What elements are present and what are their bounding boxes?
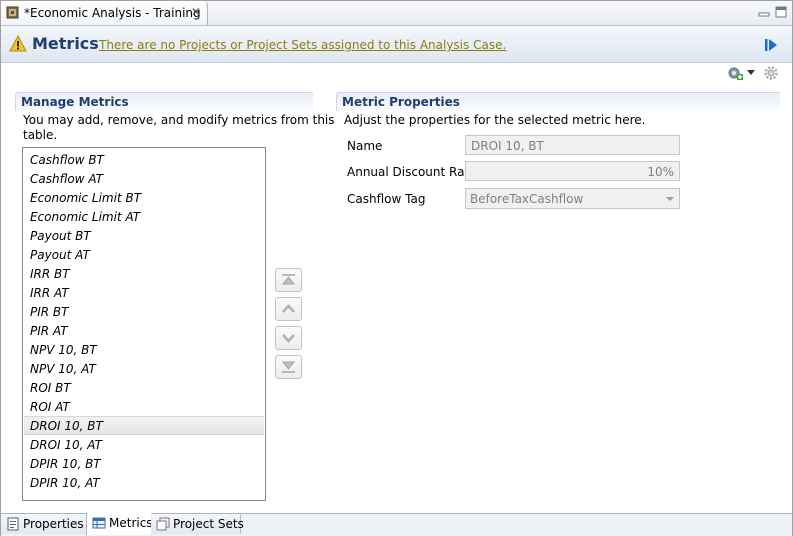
metric-list-item[interactable]: ROI BT [24, 378, 264, 397]
metric-list-item[interactable]: NPV 10, BT [24, 340, 264, 359]
move-down-button[interactable] [275, 326, 302, 350]
metric-list-item[interactable]: ROI AT [24, 397, 264, 416]
metric-list-item-label: IRR AT [30, 286, 69, 300]
manage-metrics-title: Manage Metrics [21, 95, 129, 109]
add-metric-icon[interactable] [726, 65, 744, 81]
move-top-button[interactable] [275, 268, 302, 292]
metric-list-item-label: Economic Limit AT [30, 210, 141, 224]
metric-list-item[interactable]: Economic Limit AT [24, 207, 264, 226]
metric-list-item-label: DROI 10, AT [30, 438, 102, 452]
move-up-icon [282, 304, 295, 313]
project-sets-icon [156, 517, 170, 531]
metric-properties-title: Metric Properties [342, 95, 460, 109]
editor-tab-strip: *Economic Analysis - Training ✕ [1, 1, 792, 26]
metric-list-item-label: DPIR 10, BT [30, 457, 101, 471]
tab-project-sets[interactable]: Project Sets [151, 514, 244, 534]
minimize-icon[interactable] [757, 5, 771, 19]
tab-metrics-label: Metrics [109, 516, 153, 530]
chevron-down-icon [666, 197, 674, 201]
metric-list-item-label: Payout AT [30, 248, 90, 262]
metric-list-item-label: PIR BT [30, 305, 69, 319]
name-field[interactable]: DROI 10, BT [465, 135, 680, 155]
metric-list-item-label: Payout BT [30, 229, 91, 243]
cashflow-tag-select[interactable]: BeforeTaxCashflow [465, 188, 680, 209]
metric-list-item-label: ROI BT [30, 381, 71, 395]
gear-icon[interactable] [763, 65, 779, 81]
metric-list-item[interactable]: IRR AT [24, 283, 264, 302]
metric-list-item-label: Cashflow AT [30, 172, 103, 186]
manage-metrics-description: You may add, remove, and modify metrics … [23, 113, 335, 143]
tab-properties[interactable]: Properties [1, 514, 87, 534]
move-up-button[interactable] [275, 297, 302, 321]
metric-list-item-label: ROI AT [30, 400, 70, 414]
run-icon[interactable] [764, 38, 778, 52]
metric-list-item[interactable]: Payout AT [24, 245, 264, 264]
tab-metrics[interactable]: Metrics [86, 513, 153, 535]
manage-description-line2: table. [23, 128, 58, 142]
metric-list-item[interactable]: Cashflow AT [24, 169, 264, 188]
cashflow-tag-value: BeforeTaxCashflow [470, 192, 584, 206]
metrics-list[interactable]: Cashflow BT Cashflow AT Economic Limit BT E… [22, 147, 266, 501]
tab-project-sets-label: Project Sets [173, 517, 244, 531]
editor-tab[interactable]: *Economic Analysis - Training ✕ [1, 1, 208, 25]
metric-list-item[interactable]: DPIR 10, BT [24, 454, 264, 473]
metric-list-item[interactable]: DROI 10, AT [24, 435, 264, 454]
metrics-icon [92, 517, 106, 529]
editor-tab-title: *Economic Analysis - Training [24, 6, 201, 20]
properties-icon [7, 517, 19, 531]
manage-description-line1: You may add, remove, and modify metrics … [23, 113, 335, 127]
move-bottom-button[interactable] [275, 355, 302, 379]
metric-list-item-label: IRR BT [30, 267, 70, 281]
warning-icon [9, 35, 27, 52]
discount-rate-field[interactable]: 10% [465, 161, 680, 181]
economic-analysis-icon [6, 6, 19, 19]
no-projects-warning-link[interactable]: There are no Projects or Project Sets as… [99, 38, 506, 52]
metric-list-item[interactable]: PIR AT [24, 321, 264, 340]
metric-list-item-label: NPV 10, AT [30, 362, 96, 376]
metric-list-item[interactable]: IRR BT [24, 264, 264, 283]
manage-metrics-header: Manage Metrics [15, 92, 313, 111]
discount-rate-value: 10% [647, 165, 674, 179]
metric-properties-description: Adjust the properties for the selected m… [344, 113, 646, 127]
form-header: Metrics There are no Projects or Project… [1, 26, 792, 63]
chevron-down-icon[interactable] [747, 70, 755, 76]
metric-list-item[interactable]: PIR BT [24, 302, 264, 321]
metric-list-item-label: PIR AT [30, 324, 68, 338]
metric-list-item[interactable]: DPIR 10, AT [24, 473, 264, 492]
metric-list-item-label: NPV 10, BT [30, 343, 97, 357]
metric-list-item[interactable]: Payout BT [24, 226, 264, 245]
metric-list-item-label: DROI 10, BT [30, 419, 103, 433]
close-icon[interactable]: ✕ [190, 6, 202, 18]
cashflow-tag-label: Cashflow Tag [347, 192, 426, 206]
metric-list-item-label: Economic Limit BT [30, 191, 142, 205]
discount-rate-label: Annual Discount Rate [347, 165, 477, 179]
form-page-tabs: Properties Metrics Project Sets [1, 513, 792, 536]
metric-list-item[interactable]: Economic Limit BT [24, 188, 264, 207]
page-title: Metrics [32, 34, 99, 53]
metric-list-item[interactable]: DROI 10, BT [24, 416, 264, 435]
move-bottom-icon [281, 361, 296, 373]
editor-frame: *Economic Analysis - Training ✕ Metrics … [0, 0, 793, 536]
metric-list-item[interactable]: Cashflow BT [24, 150, 264, 169]
maximize-icon[interactable] [774, 5, 788, 19]
move-down-icon [282, 334, 295, 343]
metric-properties-header: Metric Properties [336, 92, 780, 111]
metric-list-item-label: Cashflow BT [30, 153, 104, 167]
name-value: DROI 10, BT [471, 139, 544, 153]
metric-list-item-label: DPIR 10, AT [30, 476, 100, 490]
metric-list-item[interactable]: NPV 10, AT [24, 359, 264, 378]
tab-properties-label: Properties [23, 517, 84, 531]
name-label: Name [347, 139, 383, 153]
move-top-icon [281, 274, 296, 285]
